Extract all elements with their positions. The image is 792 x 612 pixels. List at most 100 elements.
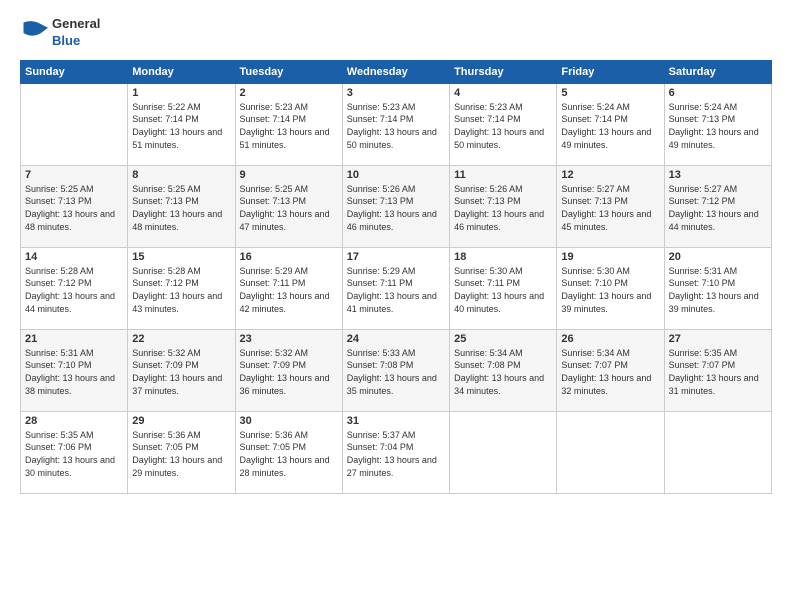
calendar-cell: 5 Sunrise: 5:24 AM Sunset: 7:14 PM Dayli…	[557, 83, 664, 165]
sunrise-text: Sunrise: 5:26 AM	[347, 183, 445, 196]
cell-info: Sunrise: 5:26 AM Sunset: 7:13 PM Dayligh…	[347, 183, 445, 233]
daylight-text: Daylight: 13 hours and 34 minutes.	[454, 372, 552, 397]
daylight-text: Daylight: 13 hours and 44 minutes.	[25, 290, 123, 315]
cell-info: Sunrise: 5:27 AM Sunset: 7:13 PM Dayligh…	[561, 183, 659, 233]
calendar-cell: 16 Sunrise: 5:29 AM Sunset: 7:11 PM Dayl…	[235, 247, 342, 329]
cell-info: Sunrise: 5:22 AM Sunset: 7:14 PM Dayligh…	[132, 101, 230, 151]
calendar-cell: 3 Sunrise: 5:23 AM Sunset: 7:14 PM Dayli…	[342, 83, 449, 165]
sunrise-text: Sunrise: 5:25 AM	[240, 183, 338, 196]
sunset-text: Sunset: 7:10 PM	[25, 359, 123, 372]
sunrise-text: Sunrise: 5:35 AM	[25, 429, 123, 442]
daylight-text: Daylight: 13 hours and 30 minutes.	[25, 454, 123, 479]
sunrise-text: Sunrise: 5:27 AM	[561, 183, 659, 196]
calendar-cell: 22 Sunrise: 5:32 AM Sunset: 7:09 PM Dayl…	[128, 329, 235, 411]
calendar-cell: 17 Sunrise: 5:29 AM Sunset: 7:11 PM Dayl…	[342, 247, 449, 329]
day-number: 17	[347, 251, 445, 263]
sunset-text: Sunset: 7:14 PM	[240, 113, 338, 126]
cell-info: Sunrise: 5:30 AM Sunset: 7:10 PM Dayligh…	[561, 265, 659, 315]
sunset-text: Sunset: 7:09 PM	[240, 359, 338, 372]
daylight-text: Daylight: 13 hours and 50 minutes.	[454, 126, 552, 151]
day-number: 31	[347, 415, 445, 427]
day-number: 3	[347, 87, 445, 99]
cell-info: Sunrise: 5:28 AM Sunset: 7:12 PM Dayligh…	[132, 265, 230, 315]
sunrise-text: Sunrise: 5:30 AM	[454, 265, 552, 278]
sunset-text: Sunset: 7:13 PM	[669, 113, 767, 126]
calendar-week-5: 28 Sunrise: 5:35 AM Sunset: 7:06 PM Dayl…	[21, 411, 772, 493]
sunrise-text: Sunrise: 5:29 AM	[240, 265, 338, 278]
daylight-text: Daylight: 13 hours and 49 minutes.	[669, 126, 767, 151]
daylight-text: Daylight: 13 hours and 46 minutes.	[454, 208, 552, 233]
day-number: 5	[561, 87, 659, 99]
daylight-text: Daylight: 13 hours and 35 minutes.	[347, 372, 445, 397]
calendar-cell: 25 Sunrise: 5:34 AM Sunset: 7:08 PM Dayl…	[450, 329, 557, 411]
calendar-cell: 1 Sunrise: 5:22 AM Sunset: 7:14 PM Dayli…	[128, 83, 235, 165]
sunset-text: Sunset: 7:12 PM	[132, 277, 230, 290]
calendar-cell: 2 Sunrise: 5:23 AM Sunset: 7:14 PM Dayli…	[235, 83, 342, 165]
cell-info: Sunrise: 5:23 AM Sunset: 7:14 PM Dayligh…	[240, 101, 338, 151]
cell-info: Sunrise: 5:29 AM Sunset: 7:11 PM Dayligh…	[347, 265, 445, 315]
calendar-cell: 13 Sunrise: 5:27 AM Sunset: 7:12 PM Dayl…	[664, 165, 771, 247]
day-number: 8	[132, 169, 230, 181]
cell-info: Sunrise: 5:32 AM Sunset: 7:09 PM Dayligh…	[240, 347, 338, 397]
day-number: 18	[454, 251, 552, 263]
header-row: Sunday Monday Tuesday Wednesday Thursday…	[21, 60, 772, 83]
daylight-text: Daylight: 13 hours and 49 minutes.	[561, 126, 659, 151]
sunrise-text: Sunrise: 5:33 AM	[347, 347, 445, 360]
cell-info: Sunrise: 5:31 AM Sunset: 7:10 PM Dayligh…	[669, 265, 767, 315]
cell-info: Sunrise: 5:29 AM Sunset: 7:11 PM Dayligh…	[240, 265, 338, 315]
day-number: 16	[240, 251, 338, 263]
sunrise-text: Sunrise: 5:26 AM	[454, 183, 552, 196]
daylight-text: Daylight: 13 hours and 28 minutes.	[240, 454, 338, 479]
calendar-week-1: 1 Sunrise: 5:22 AM Sunset: 7:14 PM Dayli…	[21, 83, 772, 165]
sunset-text: Sunset: 7:12 PM	[25, 277, 123, 290]
calendar-cell: 7 Sunrise: 5:25 AM Sunset: 7:13 PM Dayli…	[21, 165, 128, 247]
daylight-text: Daylight: 13 hours and 44 minutes.	[669, 208, 767, 233]
logo-svg	[20, 19, 48, 47]
calendar-cell	[21, 83, 128, 165]
calendar-cell: 4 Sunrise: 5:23 AM Sunset: 7:14 PM Dayli…	[450, 83, 557, 165]
day-number: 14	[25, 251, 123, 263]
sunset-text: Sunset: 7:10 PM	[669, 277, 767, 290]
calendar-cell: 9 Sunrise: 5:25 AM Sunset: 7:13 PM Dayli…	[235, 165, 342, 247]
day-number: 1	[132, 87, 230, 99]
day-number: 30	[240, 415, 338, 427]
daylight-text: Daylight: 13 hours and 46 minutes.	[347, 208, 445, 233]
sunrise-text: Sunrise: 5:27 AM	[669, 183, 767, 196]
cell-info: Sunrise: 5:23 AM Sunset: 7:14 PM Dayligh…	[347, 101, 445, 151]
sunset-text: Sunset: 7:13 PM	[561, 195, 659, 208]
daylight-text: Daylight: 13 hours and 38 minutes.	[25, 372, 123, 397]
calendar-cell	[664, 411, 771, 493]
day-number: 28	[25, 415, 123, 427]
sunset-text: Sunset: 7:06 PM	[25, 441, 123, 454]
daylight-text: Daylight: 13 hours and 41 minutes.	[347, 290, 445, 315]
page-header: General Blue	[20, 16, 772, 50]
day-number: 15	[132, 251, 230, 263]
sunset-text: Sunset: 7:11 PM	[347, 277, 445, 290]
daylight-text: Daylight: 13 hours and 45 minutes.	[561, 208, 659, 233]
daylight-text: Daylight: 13 hours and 43 minutes.	[132, 290, 230, 315]
sunrise-text: Sunrise: 5:22 AM	[132, 101, 230, 114]
calendar-cell: 15 Sunrise: 5:28 AM Sunset: 7:12 PM Dayl…	[128, 247, 235, 329]
cell-info: Sunrise: 5:34 AM Sunset: 7:07 PM Dayligh…	[561, 347, 659, 397]
sunrise-text: Sunrise: 5:32 AM	[240, 347, 338, 360]
sunrise-text: Sunrise: 5:28 AM	[25, 265, 123, 278]
day-number: 25	[454, 333, 552, 345]
calendar-cell: 18 Sunrise: 5:30 AM Sunset: 7:11 PM Dayl…	[450, 247, 557, 329]
daylight-text: Daylight: 13 hours and 31 minutes.	[669, 372, 767, 397]
day-number: 20	[669, 251, 767, 263]
sunset-text: Sunset: 7:13 PM	[132, 195, 230, 208]
header-friday: Friday	[557, 60, 664, 83]
logo-general: General	[52, 16, 100, 33]
day-number: 4	[454, 87, 552, 99]
calendar-cell: 11 Sunrise: 5:26 AM Sunset: 7:13 PM Dayl…	[450, 165, 557, 247]
calendar-table: Sunday Monday Tuesday Wednesday Thursday…	[20, 60, 772, 494]
cell-info: Sunrise: 5:25 AM Sunset: 7:13 PM Dayligh…	[25, 183, 123, 233]
sunset-text: Sunset: 7:08 PM	[347, 359, 445, 372]
daylight-text: Daylight: 13 hours and 39 minutes.	[561, 290, 659, 315]
calendar-cell: 24 Sunrise: 5:33 AM Sunset: 7:08 PM Dayl…	[342, 329, 449, 411]
daylight-text: Daylight: 13 hours and 37 minutes.	[132, 372, 230, 397]
sunset-text: Sunset: 7:14 PM	[132, 113, 230, 126]
calendar-cell: 12 Sunrise: 5:27 AM Sunset: 7:13 PM Dayl…	[557, 165, 664, 247]
sunset-text: Sunset: 7:13 PM	[25, 195, 123, 208]
daylight-text: Daylight: 13 hours and 32 minutes.	[561, 372, 659, 397]
